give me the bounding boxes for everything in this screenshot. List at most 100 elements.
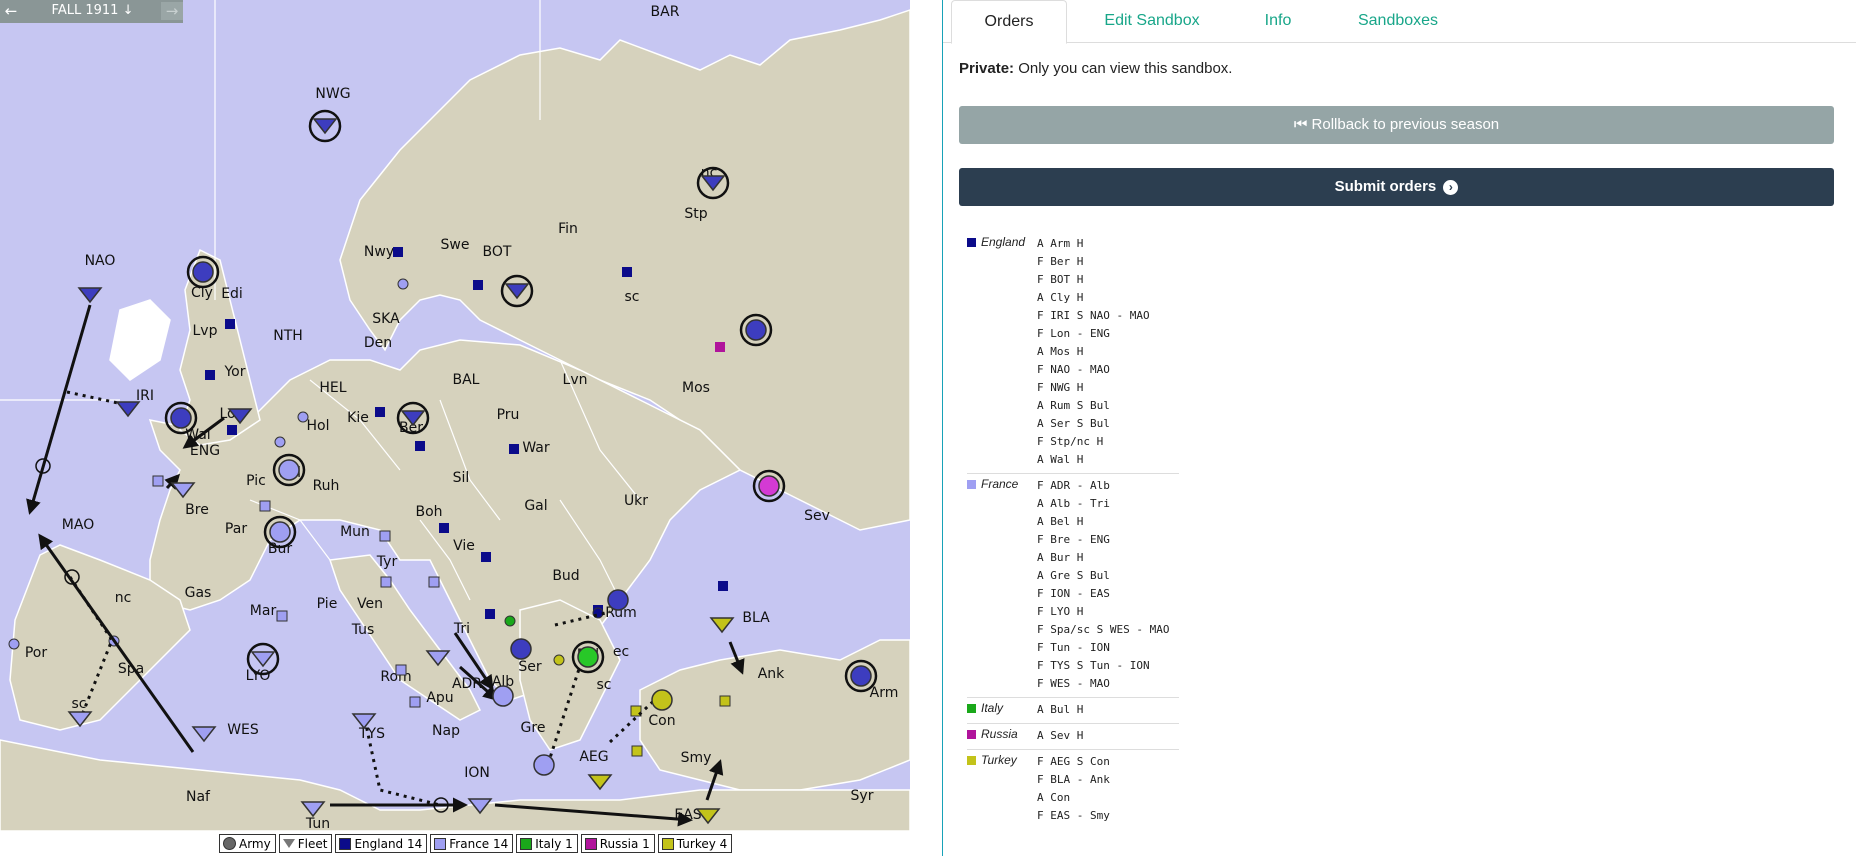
order-item: A Bel H: [1037, 515, 1084, 528]
legend-france: France 14: [430, 834, 514, 853]
legend-england: England 14: [335, 834, 428, 853]
supply-center: [375, 407, 385, 417]
submit-orders-button[interactable]: Submit orders ›: [959, 168, 1834, 206]
province-label: Smy: [681, 750, 712, 766]
legend-fleet: Fleet: [278, 834, 333, 853]
order-item: F AEG S Con: [1037, 755, 1110, 768]
supply-center: [719, 695, 731, 707]
province-label: Sev: [804, 508, 830, 524]
army-unit[interactable]: [752, 469, 786, 503]
army-unit[interactable]: [607, 589, 629, 611]
province-label: Par: [225, 521, 247, 537]
province-label: SKA: [372, 311, 400, 327]
arrow-right-icon[interactable]: →: [161, 2, 183, 20]
fleet-icon: [282, 839, 295, 848]
order-item: F LYO H: [1037, 605, 1084, 618]
supply-center: [8, 638, 20, 650]
tab-sandboxes[interactable]: Sandboxes: [1333, 0, 1463, 42]
province-label: Pru: [497, 407, 520, 423]
map-area[interactable]: BARNWGNAOClyEdiLvpNTHYorIRIWalLonENGBreP…: [0, 0, 910, 856]
province-label: Tyr: [376, 554, 398, 570]
supply-center: [622, 267, 632, 277]
orders-list: England A Arm H F Ber H F BOT H A Cly H …: [967, 232, 1179, 829]
order-item: A Bur H: [1037, 551, 1084, 564]
nation-england: England A Arm H F Ber H F BOT H A Cly H …: [967, 232, 1179, 474]
province-label: Arm: [870, 685, 899, 701]
army-unit[interactable]: [510, 638, 532, 660]
supply-center: [380, 576, 392, 588]
army-unit[interactable]: [186, 255, 220, 289]
province-label: TYS: [358, 726, 385, 742]
tab-info[interactable]: Info: [1243, 0, 1313, 42]
legend-turkey: Turkey 4: [657, 834, 733, 853]
army-unit[interactable]: [263, 515, 297, 549]
nation-turkey: Turkey F AEG S Con F BLA - Ank A Con F E…: [967, 750, 1179, 829]
province-label: BOT: [483, 244, 512, 260]
army-unit[interactable]: [571, 640, 605, 674]
skip-back-icon: ⏮: [1293, 116, 1308, 133]
supply-center: [473, 280, 483, 290]
france-swatch: [967, 479, 976, 489]
province-label: Hol: [307, 418, 330, 434]
supply-center: [259, 500, 271, 512]
order-item: A Ser S Bul: [1037, 417, 1110, 430]
order-item: F WES - MAO: [1037, 677, 1110, 690]
province-label: Gre: [521, 720, 546, 736]
army-unit[interactable]: [492, 685, 514, 707]
order-item: F BLA - Ank: [1037, 773, 1110, 786]
supply-center: [276, 610, 288, 622]
army-unit[interactable]: [844, 659, 878, 693]
province-label: Pie: [317, 596, 338, 612]
province-label: Yor: [223, 364, 245, 380]
arrow-down-icon: ↓: [122, 3, 134, 18]
order-item: F Lon - ENG: [1037, 327, 1110, 340]
province-label: sc: [625, 289, 640, 305]
order-item: F Bre - ENG: [1037, 533, 1110, 546]
province-label: Gas: [185, 585, 212, 601]
order-item: A Gre S Bul: [1037, 569, 1110, 582]
army-unit[interactable]: [739, 313, 773, 347]
army-unit[interactable]: [651, 689, 673, 711]
order-item: A Wal H: [1037, 453, 1084, 466]
army-unit[interactable]: [272, 453, 306, 487]
supply-center: [631, 745, 643, 757]
order-item: A Mos H: [1037, 345, 1084, 358]
province-label: WES: [227, 722, 259, 738]
province-label: NWG: [315, 86, 350, 102]
tab-orders[interactable]: Orders: [951, 0, 1067, 44]
province-label: Nwy: [364, 244, 394, 260]
army-unit[interactable]: [164, 401, 198, 435]
supply-center: [553, 654, 565, 666]
province-label: Ser: [518, 659, 542, 675]
rollback-button[interactable]: ⏮ Rollback to previous season: [959, 106, 1834, 144]
map[interactable]: BARNWGNAOClyEdiLvpNTHYorIRIWalLonENGBreP…: [0, 0, 910, 831]
nation-italy: Italy A Bul H: [967, 698, 1179, 724]
order-item: A Rum S Bul: [1037, 399, 1110, 412]
province-label: NTH: [273, 328, 303, 344]
province-label: Ven: [357, 596, 383, 612]
legend-russia: Russia 1: [580, 834, 655, 853]
order-item: F Tun - ION: [1037, 641, 1110, 654]
province-label: Bud: [552, 568, 579, 584]
season-label[interactable]: FALL 1911 ↓: [26, 3, 159, 18]
order-item: A Cly H: [1037, 291, 1084, 304]
order-item: F ION - EAS: [1037, 587, 1110, 600]
supply-center: [152, 475, 164, 487]
province-label: Syr: [851, 788, 874, 804]
province-label: ec: [613, 644, 629, 660]
province-label: MAO: [62, 517, 94, 533]
province-label: BAR: [651, 4, 680, 20]
province-label: Edi: [221, 286, 243, 302]
province-label: Ank: [758, 666, 785, 682]
arrow-left-icon[interactable]: ←: [0, 2, 22, 20]
province-label: NAO: [85, 253, 116, 269]
supply-center: [718, 581, 728, 591]
province-label: Tun: [305, 816, 330, 831]
army-unit[interactable]: [533, 754, 555, 776]
tab-bar: Orders Edit Sandbox Info Sandboxes: [943, 0, 1856, 44]
order-item: F IRI S NAO - MAO: [1037, 309, 1150, 322]
tab-edit-sandbox[interactable]: Edit Sandbox: [1079, 0, 1225, 42]
province-label: Stp: [684, 206, 707, 222]
order-item: A Alb - Tri: [1037, 497, 1110, 510]
province-label: Ruh: [313, 478, 340, 494]
